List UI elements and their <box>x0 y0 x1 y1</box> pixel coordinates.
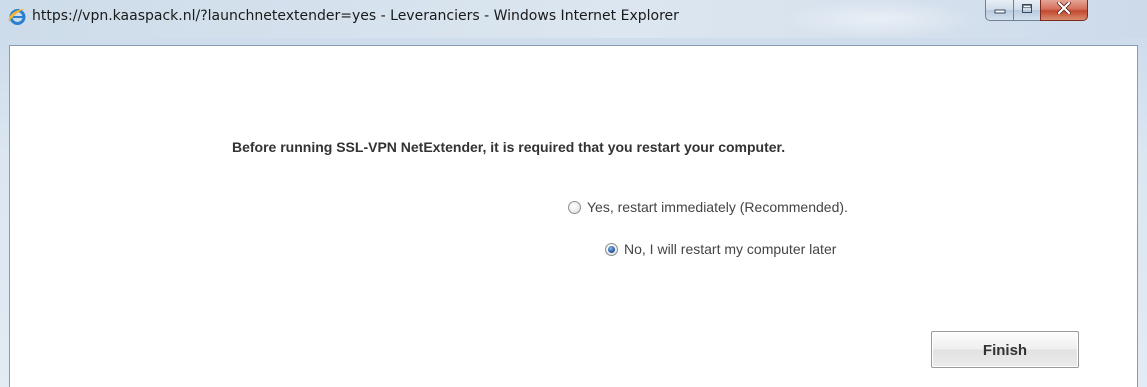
minimize-icon <box>994 1 1006 19</box>
restart-later-radio[interactable] <box>605 242 618 256</box>
restart-message: Before running SSL-VPN NetExtender, it i… <box>232 139 786 155</box>
restart-now-label: Yes, restart immediately (Recommended). <box>587 199 848 215</box>
restart-later-label: No, I will restart my computer later <box>624 241 837 257</box>
restart-later-option[interactable]: No, I will restart my computer later <box>605 241 836 257</box>
maximize-icon <box>1021 1 1033 19</box>
window-title: https://vpn.kaaspack.nl/?launchnetextend… <box>32 8 679 24</box>
restart-now-option[interactable]: Yes, restart immediately (Recommended). <box>568 199 848 215</box>
finish-button[interactable]: Finish <box>931 331 1079 368</box>
maximize-button[interactable] <box>1013 0 1041 21</box>
browser-window: https://vpn.kaaspack.nl/?launchnetextend… <box>0 0 1147 387</box>
page-content: Before running SSL-VPN NetExtender, it i… <box>9 45 1138 387</box>
minimize-button[interactable] <box>985 0 1014 21</box>
close-icon <box>1057 1 1071 19</box>
title-bar-glow <box>780 0 980 38</box>
internet-explorer-icon <box>7 6 27 26</box>
restart-now-radio[interactable] <box>568 200 581 214</box>
title-bar[interactable]: https://vpn.kaaspack.nl/?launchnetextend… <box>0 0 1147 38</box>
close-button[interactable] <box>1040 0 1088 21</box>
